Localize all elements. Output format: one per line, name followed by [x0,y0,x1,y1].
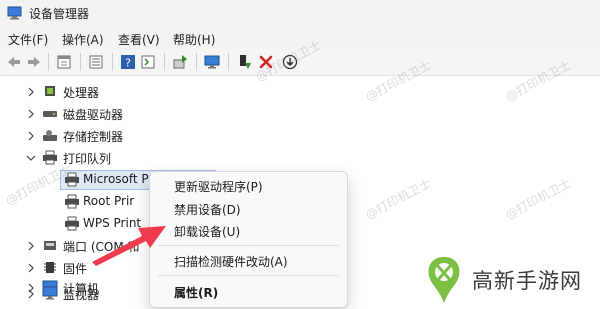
update-driver-icon[interactable] [172,54,188,70]
tree-item-print-queue[interactable]: 打印队列 [0,148,600,168]
menu-separator [158,245,339,246]
tree-item-label: 处理器 [63,86,100,100]
printer-icon [42,150,58,165]
svg-text:?: ? [125,57,131,70]
tree-item-label: Root Prir [83,194,135,208]
chevron-right-icon[interactable] [26,288,36,299]
menu-view[interactable]: 查看(V) [118,31,160,48]
brand-name: 高新手游网 [472,269,582,293]
forward-icon[interactable] [26,54,42,70]
brand-logo: 高新手游网 [422,253,600,306]
chevron-right-icon[interactable] [26,86,36,97]
chevron-down-icon[interactable] [26,152,36,162]
tree-item-label: 磁盘驱动器 [63,108,124,122]
title-bar: 设备管理器 [0,0,600,27]
toolbar-separator [228,53,229,71]
toolbar-separator [196,53,197,71]
context-menu: 更新驱动程序(P) 禁用设备(D) 卸载设备(U) 扫描检测硬件改动(A) 属性… [149,171,348,308]
chevron-right-icon[interactable] [26,108,36,119]
toolbar-separator [112,53,113,71]
menu-item-properties[interactable]: 属性(R) [174,284,218,301]
menu-item-update-driver[interactable]: 更新驱动程序(P) [174,178,263,195]
scan-icon[interactable] [204,54,220,70]
printer-icon [64,194,80,209]
help-icon[interactable]: ? [120,54,136,70]
brand-logo-icon [428,257,460,303]
toolbar-separator [48,53,49,71]
menu-item-uninstall-device[interactable]: 卸载设备(U) [174,223,240,240]
tree-item-disk[interactable]: 磁盘驱动器 [0,104,600,124]
disk-icon [42,106,58,121]
menu-item-scan-hardware[interactable]: 扫描检测硬件改动(A) [174,253,288,270]
menu-item-disable-device[interactable]: 禁用设备(D) [174,201,241,218]
chevron-right-icon[interactable] [26,130,36,141]
processor-icon [42,84,58,99]
enable-device-icon[interactable] [236,54,252,70]
storage-icon [42,128,58,143]
toolbar-separator [164,53,165,71]
printer-icon [64,216,80,231]
annotation-arrow [92,226,166,266]
tree-item-label: 打印队列 [63,152,112,166]
tree-item-storage[interactable]: 存储控制器 [0,126,600,146]
menu-separator [158,275,339,276]
properties-icon[interactable] [56,54,72,70]
window-title: 设备管理器 [29,7,90,21]
console-icon[interactable] [140,54,156,70]
monitor-icon [42,286,58,301]
tree-item-label: 存储控制器 [63,130,124,144]
menu-action[interactable]: 操作(A) [62,31,104,48]
device-manager-icon [7,6,22,20]
menu-file[interactable]: 文件(F) [8,31,48,48]
back-icon[interactable] [6,54,22,70]
tree-view-icon[interactable] [88,54,104,70]
menu-help[interactable]: 帮助(H) [173,31,215,48]
tree-item-label: 监视器 [63,288,100,302]
toolbar-separator [80,53,81,71]
port-icon [42,238,58,253]
chevron-right-icon[interactable] [26,240,36,251]
